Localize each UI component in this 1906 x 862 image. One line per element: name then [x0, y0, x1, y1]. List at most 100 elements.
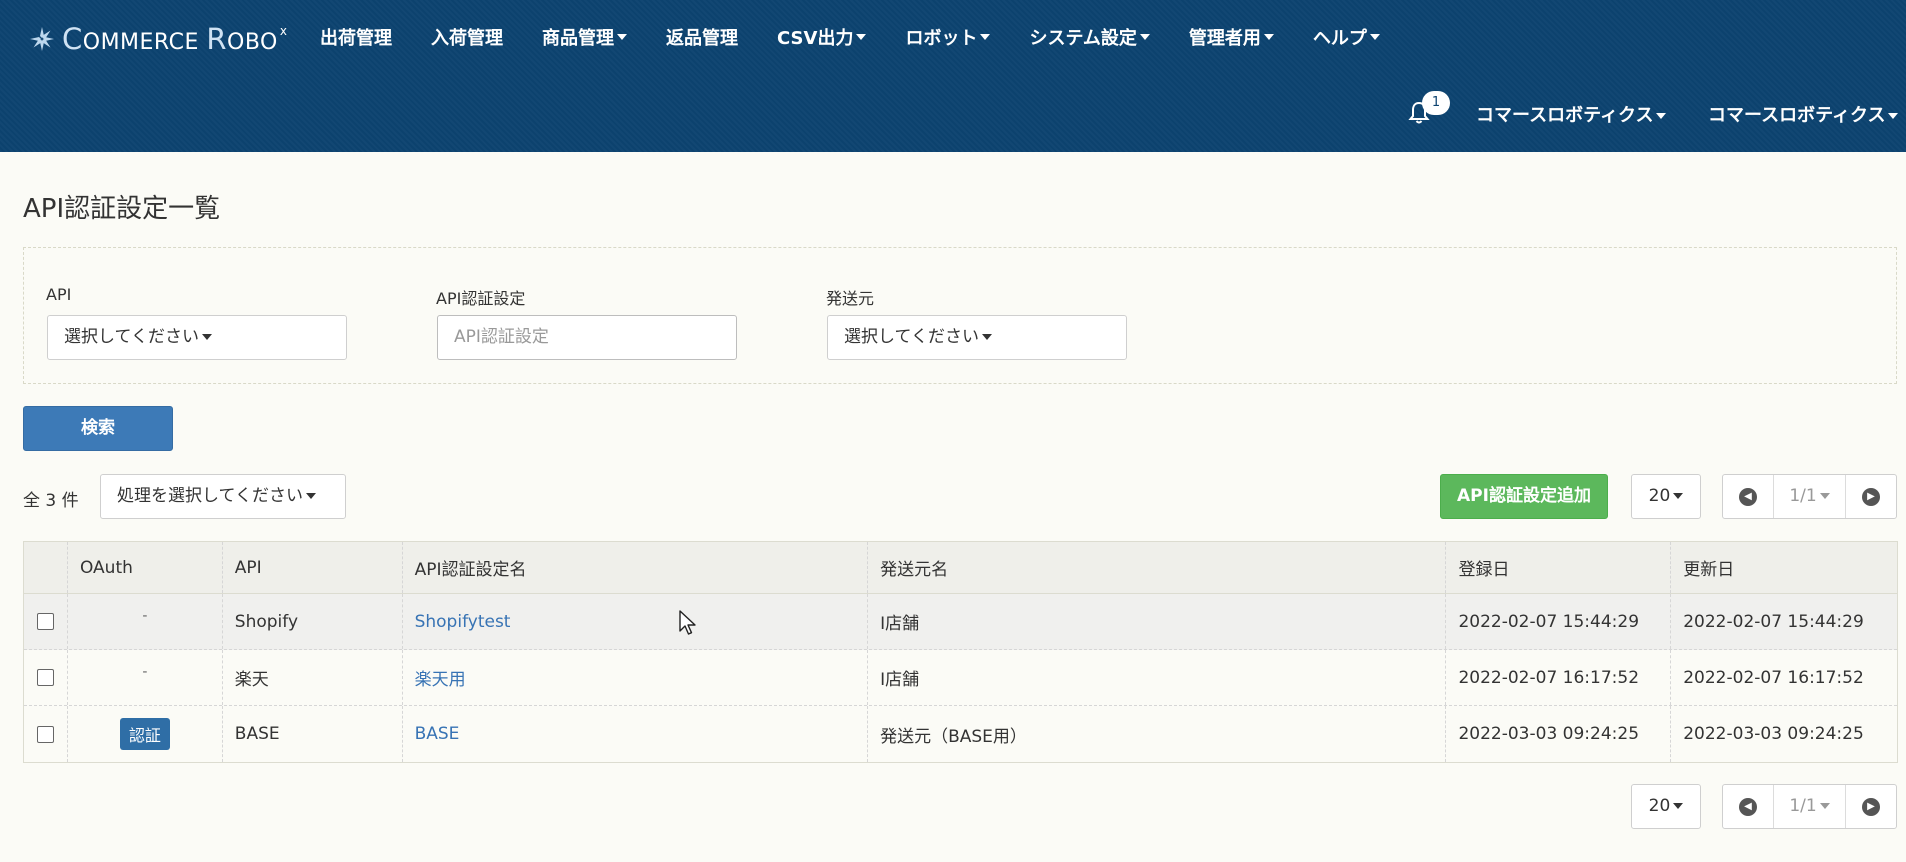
column-header-name[interactable]: API認証設定名 [403, 542, 869, 593]
caret-down-icon [1673, 493, 1684, 499]
page-select[interactable]: 1/1 [1773, 475, 1846, 518]
caret-down-icon [1139, 34, 1150, 40]
per-page-select[interactable]: 20 [1631, 474, 1701, 519]
name-cell: BASE [403, 706, 869, 762]
column-header-api[interactable]: API [223, 542, 403, 593]
nav-item-label: システム設定 [1029, 28, 1137, 49]
created-cell: 2022-03-03 09:24:25 [1446, 706, 1672, 762]
nav-item-label: 出荷管理 [320, 28, 392, 49]
pagination-bottom: ◀ 1/1 ▶ [1722, 784, 1897, 829]
per-page-select-bottom[interactable]: 20 [1631, 784, 1701, 829]
per-page-value: 20 [1648, 796, 1671, 816]
next-page-button[interactable]: ▶ [1846, 475, 1896, 518]
company-menu[interactable]: コマースロボティクス [1476, 101, 1667, 127]
column-header-oauth[interactable]: OAuth [68, 542, 223, 593]
created-cell: 2022-02-07 16:17:52 [1446, 650, 1672, 705]
per-page-value: 20 [1648, 486, 1671, 506]
nav-item-3[interactable]: 商品管理 [542, 24, 627, 50]
auth-name-input[interactable]: API認証設定 [437, 315, 737, 360]
caret-down-icon [1819, 803, 1830, 809]
api-filter-label: API [46, 285, 72, 304]
nav-item-label: 入荷管理 [431, 28, 503, 49]
auth-settings-table: OAuth API API認証設定名 発送元名 登録日 更新日 - Shopify… [23, 541, 1898, 763]
sender-select[interactable]: 選択してください [827, 315, 1127, 360]
top-navbar: COMMERCE ROBO x 出荷管理 入荷管理 商品管理 返品管理 CSV出力 ロボッ… [0, 0, 1906, 152]
nav-item-label: ロボット [905, 28, 978, 49]
nav-item-6[interactable]: ロボット [905, 24, 991, 50]
oauth-cell: - [68, 650, 223, 705]
brand-name: COMMERCE ROBO [62, 22, 278, 56]
row-select-cell [24, 650, 68, 705]
caret-down-icon [1888, 113, 1899, 119]
updated-cell: 2022-02-07 15:44:29 [1683, 611, 1864, 632]
nav-item-label: 管理者用 [1188, 28, 1261, 49]
bulk-action-value: 処理を選択してください [117, 486, 303, 506]
caret-down-icon [981, 334, 992, 340]
nav-item-5[interactable]: CSV出力 [777, 24, 867, 50]
table-row[interactable]: - 楽天 楽天用 I店舗 2022-02-07 16:17:52 2022-02-07 1… [24, 650, 1897, 706]
nav-item-1[interactable]: 出荷管理 [320, 24, 392, 50]
page-title: API認証設定一覧 [23, 194, 221, 224]
auth-setting-link[interactable]: BASE [415, 724, 460, 744]
caret-down-icon [1263, 34, 1274, 40]
api-cell: Shopify [223, 594, 403, 649]
chevron-right-icon: ▶ [1862, 487, 1880, 506]
nav-item-label: ヘルプ [1312, 28, 1367, 49]
updated-cell: 2022-02-07 16:17:52 [1683, 667, 1864, 688]
chevron-left-icon: ◀ [1739, 487, 1757, 506]
row-checkbox[interactable] [36, 725, 54, 743]
nav-item-2[interactable]: 入荷管理 [431, 24, 503, 50]
mouse-cursor-icon [679, 610, 696, 635]
prev-page-button[interactable]: ◀ [1723, 785, 1773, 828]
caret-down-icon [1656, 113, 1667, 119]
column-header-sender[interactable]: 発送元名 [868, 542, 1447, 593]
user-menu[interactable]: コマースロボティクス [1708, 101, 1899, 127]
nav-item-9[interactable]: ヘルプ [1313, 24, 1380, 50]
column-header-created[interactable]: 登録日 [1446, 542, 1672, 593]
nav-item-4[interactable]: 返品管理 [666, 24, 738, 50]
bulk-action-select[interactable]: 処理を選択してください [100, 474, 346, 519]
chevron-right-icon: ▶ [1862, 797, 1880, 816]
oauth-status: - [142, 663, 148, 680]
auth-setting-link[interactable]: Shopifytest [415, 612, 511, 632]
notification-badge[interactable]: 1 [1422, 91, 1450, 115]
brand-logo[interactable]: COMMERCE ROBO x [28, 22, 287, 56]
name-cell: 楽天用 [403, 650, 869, 705]
auth-setting-link[interactable]: 楽天用 [415, 665, 466, 690]
oauth-authorize-button[interactable]: 認証 [119, 718, 170, 750]
api-cell: 楽天 [223, 650, 403, 705]
prev-page-button[interactable]: ◀ [1723, 475, 1773, 518]
chevron-left-icon: ◀ [1739, 797, 1757, 816]
sender-filter-label: 発送元 [826, 289, 875, 308]
select-column-header [24, 542, 68, 593]
search-button[interactable]: 検索 [23, 406, 173, 451]
caret-down-icon [201, 334, 212, 340]
sender-select-value: 選択してください [844, 327, 979, 347]
brand-sup: x [279, 24, 287, 38]
row-select-cell [24, 594, 68, 649]
page-select[interactable]: 1/1 [1773, 785, 1846, 828]
api-select-value: 選択してください [64, 327, 199, 347]
caret-down-icon [1673, 803, 1684, 809]
caret-down-icon [617, 34, 627, 40]
add-auth-setting-button[interactable]: API認証設定追加 [1440, 474, 1608, 519]
nav-item-7[interactable]: システム設定 [1029, 24, 1150, 50]
updated-cell: 2022-03-03 09:24:25 [1683, 724, 1864, 744]
oauth-status: - [142, 607, 148, 624]
table-row[interactable]: - Shopify Shopifytest I店舗 2022-02-07 15:44:2… [24, 594, 1897, 650]
company-menu-label: コマースロボティクス [1476, 105, 1654, 126]
row-checkbox[interactable] [36, 613, 54, 630]
api-select[interactable]: 選択してください [47, 315, 347, 360]
next-page-button[interactable]: ▶ [1846, 785, 1896, 828]
caret-down-icon [1369, 34, 1380, 40]
row-checkbox[interactable] [36, 669, 54, 686]
page-value: 1/1 [1789, 486, 1817, 506]
main-menu: 出荷管理 入荷管理 商品管理 返品管理 CSV出力 ロボット システム設定 管理者用 ヘルプ [320, 24, 1419, 50]
nav-item-8[interactable]: 管理者用 [1189, 24, 1274, 50]
caret-down-icon [305, 493, 316, 499]
nav-item-label: CSV出力 [777, 28, 854, 49]
table-body: - Shopify Shopifytest I店舗 2022-02-07 15:44:2… [24, 594, 1897, 762]
logo-icon [30, 27, 54, 51]
column-header-updated[interactable]: 更新日 [1671, 542, 1897, 593]
table-row[interactable]: 認証 BASE BASE 発送元（BASE用） 2022-03-03 09:24:25 2… [24, 706, 1897, 762]
